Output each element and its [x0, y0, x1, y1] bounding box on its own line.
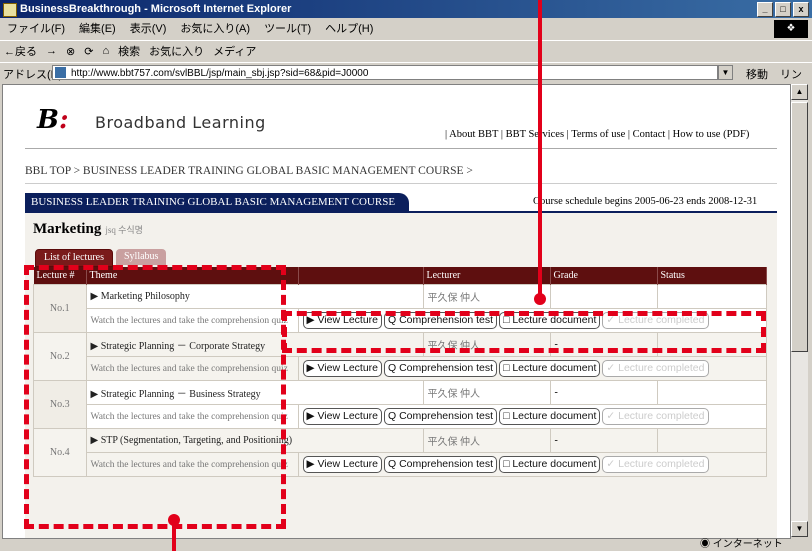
lecturer: 平久保 仲人 — [422, 380, 551, 405]
window-title: BusinessBreakthrough - Microsoft Interne… — [20, 3, 292, 15]
ie-page-icon — [3, 3, 17, 17]
grade: - — [549, 380, 658, 405]
callout-line-top — [538, 0, 542, 298]
action-cell: ▶ View Lecture Q Comprehension test □ Le… — [297, 404, 767, 429]
scroll-down-icon[interactable]: ▼ — [791, 521, 808, 537]
scroll-thumb[interactable] — [791, 102, 808, 352]
lecturer: 平久保 仲人 — [422, 428, 551, 453]
lecture-completed-button: ✓ Lecture completed — [602, 408, 709, 425]
lecture-document-button[interactable]: □ Lecture document — [499, 408, 601, 425]
status — [656, 380, 767, 405]
address-bar: アドレス(D) http://www.bbt757.com/svlBBL/jsp… — [0, 62, 812, 97]
title-bar: BusinessBreakthrough - Microsoft Interne… — [0, 0, 812, 18]
windows-logo-icon: ❖ — [774, 20, 808, 38]
col-lecturer: Lecturer — [423, 267, 551, 285]
callout-dot-top — [534, 293, 546, 305]
view-lecture-button[interactable]: ▶ View Lecture — [302, 360, 383, 377]
refresh-button[interactable]: ⟳ — [84, 45, 93, 58]
comprehension-test-button[interactable]: Q Comprehension test — [384, 456, 498, 473]
view-lecture-button[interactable]: ▶ View Lecture — [302, 456, 383, 473]
col-grade: Grade — [550, 267, 658, 285]
top-links[interactable]: | About BBT | BBT Services | Terms of us… — [445, 129, 749, 140]
section-subtitle: jsq 수식명 — [105, 225, 143, 235]
status — [656, 284, 767, 309]
go-button[interactable]: 移動 — [746, 66, 768, 82]
brand-name: Broadband Learning — [95, 113, 266, 132]
breadcrumb[interactable]: BBL TOP > BUSINESS LEADER TRAINING GLOBA… — [25, 165, 473, 177]
tab-syllabus[interactable]: Syllabus — [115, 249, 167, 265]
status-bar: ◉ インターネット — [0, 538, 812, 551]
address-dropdown-icon[interactable]: ▼ — [718, 65, 733, 80]
grade: - — [549, 428, 658, 453]
search-button[interactable]: 検索 — [118, 43, 140, 59]
col-blank — [298, 267, 424, 285]
action-cell: ▶ View Lecture Q Comprehension test □ Le… — [297, 452, 767, 477]
lecture-completed-button: ✓ Lecture completed — [602, 360, 709, 377]
divider — [25, 183, 777, 184]
callout-dot-bottom — [168, 514, 180, 526]
menu-edit[interactable]: 編集(E) — [72, 20, 123, 38]
minimize-button[interactable]: _ — [757, 2, 773, 17]
close-button[interactable]: x — [793, 2, 809, 17]
browser-window: BusinessBreakthrough - Microsoft Interne… — [0, 0, 812, 551]
lecturer: 平久保 仲人 — [422, 284, 551, 309]
toolbar: ←戻る → ⊗ ⟳ ⌂ 検索 お気に入り メディア — [0, 40, 812, 61]
media-button[interactable]: メディア — [213, 43, 256, 59]
zone-indicator: ◉ インターネット — [700, 539, 783, 550]
course-tab: BUSINESS LEADER TRAINING GLOBAL BASIC MA… — [25, 193, 410, 211]
view-lecture-button[interactable]: ▶ View Lecture — [302, 408, 383, 425]
section-title-text: Marketing — [33, 221, 102, 237]
address-input[interactable]: http://www.bbt757.com/svlBBL/jsp/main_sb… — [52, 65, 718, 80]
favorites-button[interactable]: お気に入り — [149, 43, 204, 59]
buttons-highlight-box — [282, 311, 766, 353]
page-icon — [55, 67, 66, 78]
menu-view[interactable]: 表示(V) — [123, 20, 174, 38]
maximize-button[interactable]: □ — [775, 2, 791, 17]
lecture-document-button[interactable]: □ Lecture document — [499, 360, 601, 377]
grade — [549, 284, 658, 309]
lecture-completed-button: ✓ Lecture completed — [602, 456, 709, 473]
comprehension-test-button[interactable]: Q Comprehension test — [384, 408, 498, 425]
col-status: Status — [657, 267, 767, 285]
action-cell: ▶ View Lecture Q Comprehension test □ Le… — [297, 356, 767, 381]
menu-file[interactable]: ファイル(F) — [0, 20, 72, 38]
logo-letter: B — [37, 105, 59, 135]
comprehension-test-button[interactable]: Q Comprehension test — [384, 360, 498, 377]
home-button[interactable]: ⌂ — [102, 45, 109, 57]
scroll-up-icon[interactable]: ▲ — [791, 84, 808, 100]
lecture-document-button[interactable]: □ Lecture document — [499, 456, 601, 473]
menu-tools[interactable]: ツール(T) — [257, 20, 318, 38]
menu-favorites[interactable]: お気に入り(A) — [173, 20, 257, 38]
menu-help[interactable]: ヘルプ(H) — [318, 20, 380, 38]
zone-label: インターネット — [712, 539, 783, 550]
forward-button[interactable]: → — [46, 45, 57, 57]
divider — [25, 148, 777, 149]
back-button[interactable]: ←戻る — [4, 43, 37, 59]
theme-highlight-box — [24, 265, 286, 529]
course-schedule: Course schedule begins 2005-06-23 ends 2… — [533, 196, 758, 207]
status — [656, 428, 767, 453]
stop-button[interactable]: ⊗ — [66, 45, 75, 58]
vertical-scrollbar[interactable]: ▲ ▼ — [791, 84, 808, 537]
section-title: Marketing jsq 수식명 — [33, 221, 143, 238]
site-logo[interactable]: B: — [37, 105, 69, 135]
menu-bar: ファイル(F) 編集(E) 表示(V) お気に入り(A) ツール(T) ヘルプ(… — [0, 20, 812, 38]
